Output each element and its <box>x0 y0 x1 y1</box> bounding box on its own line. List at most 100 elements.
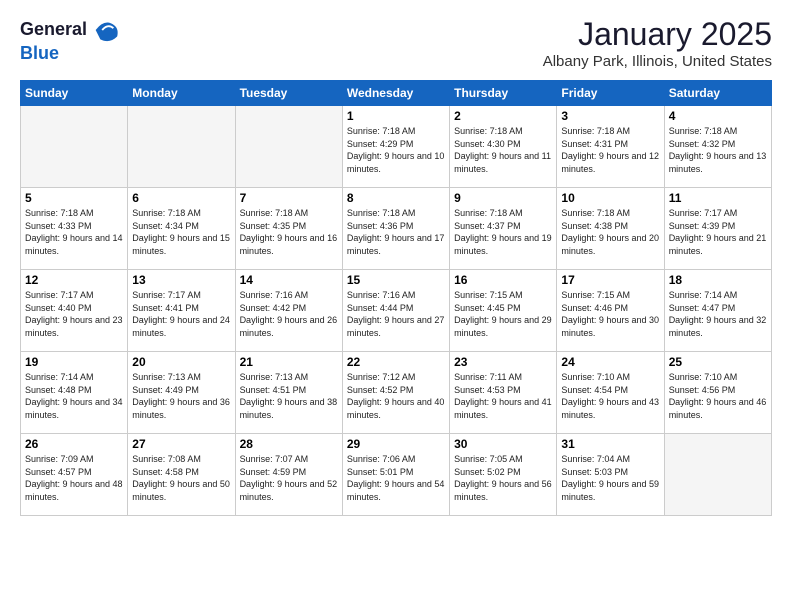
day-info: Sunrise: 7:07 AMSunset: 4:59 PMDaylight:… <box>240 453 338 503</box>
day-number: 15 <box>347 273 445 287</box>
day-number: 24 <box>561 355 659 369</box>
day-number: 29 <box>347 437 445 451</box>
calendar-cell: 1 Sunrise: 7:18 AMSunset: 4:29 PMDaylight… <box>342 106 449 188</box>
calendar-cell: 18Sunrise: 7:14 AMSunset: 4:47 PMDayligh… <box>664 270 771 352</box>
day-info: Sunrise: 7:17 AMSunset: 4:40 PMDaylight:… <box>25 289 123 339</box>
calendar-cell: 3Sunrise: 7:18 AMSunset: 4:31 PMDaylight… <box>557 106 664 188</box>
header-wednesday: Wednesday <box>342 81 449 106</box>
day-number: 16 <box>454 273 552 287</box>
day-number: 20 <box>132 355 230 369</box>
day-number: 11 <box>669 191 767 205</box>
day-info: Sunrise: 7:15 AMSunset: 4:46 PMDaylight:… <box>561 289 659 339</box>
calendar-cell: 31 Sunrise: 7:04 AMSunset: 5:03 PMDayligh… <box>557 434 664 516</box>
day-info: Sunrise: 7:10 AMSunset: 4:54 PMDaylight:… <box>561 371 659 421</box>
day-number: 1 <box>347 109 445 123</box>
calendar-cell: 11 Sunrise: 7:17 AMSunset: 4:39 PMDayligh… <box>664 188 771 270</box>
calendar-cell: 19 Sunrise: 7:14 AMSunset: 4:48 PMDayligh… <box>21 352 128 434</box>
calendar-cell: 4Sunrise: 7:18 AMSunset: 4:32 PMDaylight… <box>664 106 771 188</box>
header-friday: Friday <box>557 81 664 106</box>
day-info: Sunrise: 7:08 AMSunset: 4:58 PMDaylight:… <box>132 453 230 503</box>
day-number: 22 <box>347 355 445 369</box>
day-number: 2 <box>454 109 552 123</box>
calendar-cell: 23 Sunrise: 7:11 AMSunset: 4:53 PMDayligh… <box>450 352 557 434</box>
day-number: 4 <box>669 109 767 123</box>
day-info: Sunrise: 7:18 AMSunset: 4:36 PMDaylight:… <box>347 207 445 257</box>
calendar-table: Sunday Monday Tuesday Wednesday Thursday… <box>20 80 772 516</box>
day-info: Sunrise: 7:05 AMSunset: 5:02 PMDaylight:… <box>454 453 552 503</box>
day-number: 14 <box>240 273 338 287</box>
day-number: 28 <box>240 437 338 451</box>
day-info: Sunrise: 7:18 AMSunset: 4:29 PMDaylight:… <box>347 125 445 175</box>
day-number: 19 <box>25 355 123 369</box>
day-info: Sunrise: 7:04 AMSunset: 5:03 PMDaylight:… <box>561 453 659 503</box>
day-info: Sunrise: 7:13 AMSunset: 4:49 PMDaylight:… <box>132 371 230 421</box>
day-number: 7 <box>240 191 338 205</box>
calendar-cell: 13 Sunrise: 7:17 AMSunset: 4:41 PMDayligh… <box>128 270 235 352</box>
page: General Blue January 2025 Albany Park, I… <box>0 0 792 526</box>
day-info: Sunrise: 7:18 AMSunset: 4:33 PMDaylight:… <box>25 207 123 257</box>
calendar-cell <box>664 434 771 516</box>
logo-icon <box>91 16 119 44</box>
calendar-cell: 30 Sunrise: 7:05 AMSunset: 5:02 PMDayligh… <box>450 434 557 516</box>
calendar-cell: 16 Sunrise: 7:15 AMSunset: 4:45 PMDayligh… <box>450 270 557 352</box>
day-number: 9 <box>454 191 552 205</box>
logo: General Blue <box>20 16 119 64</box>
calendar-week-1: 5 Sunrise: 7:18 AMSunset: 4:33 PMDaylight… <box>21 188 772 270</box>
day-number: 12 <box>25 273 123 287</box>
day-info: Sunrise: 7:18 AMSunset: 4:37 PMDaylight:… <box>454 207 552 257</box>
day-info: Sunrise: 7:09 AMSunset: 4:57 PMDaylight:… <box>25 453 123 503</box>
header-thursday: Thursday <box>450 81 557 106</box>
calendar-week-2: 12 Sunrise: 7:17 AMSunset: 4:40 PMDayligh… <box>21 270 772 352</box>
day-info: Sunrise: 7:16 AMSunset: 4:42 PMDaylight:… <box>240 289 338 339</box>
calendar-cell: 22 Sunrise: 7:12 AMSunset: 4:52 PMDayligh… <box>342 352 449 434</box>
calendar-cell: 9 Sunrise: 7:18 AMSunset: 4:37 PMDaylight… <box>450 188 557 270</box>
calendar-cell <box>21 106 128 188</box>
day-info: Sunrise: 7:18 AMSunset: 4:35 PMDaylight:… <box>240 207 338 257</box>
day-number: 5 <box>25 191 123 205</box>
calendar-cell: 29 Sunrise: 7:06 AMSunset: 5:01 PMDayligh… <box>342 434 449 516</box>
day-number: 30 <box>454 437 552 451</box>
calendar-title: January 2025 <box>543 16 772 53</box>
calendar-cell: 26Sunrise: 7:09 AMSunset: 4:57 PMDayligh… <box>21 434 128 516</box>
day-number: 23 <box>454 355 552 369</box>
day-number: 31 <box>561 437 659 451</box>
calendar-week-4: 26Sunrise: 7:09 AMSunset: 4:57 PMDayligh… <box>21 434 772 516</box>
calendar-cell: 20 Sunrise: 7:13 AMSunset: 4:49 PMDayligh… <box>128 352 235 434</box>
calendar-week-3: 19 Sunrise: 7:14 AMSunset: 4:48 PMDayligh… <box>21 352 772 434</box>
header-tuesday: Tuesday <box>235 81 342 106</box>
calendar-week-0: 1 Sunrise: 7:18 AMSunset: 4:29 PMDaylight… <box>21 106 772 188</box>
day-info: Sunrise: 7:15 AMSunset: 4:45 PMDaylight:… <box>454 289 552 339</box>
logo-blue: Blue <box>20 44 119 64</box>
calendar-subtitle: Albany Park, Illinois, United States <box>543 53 772 70</box>
header-row: Sunday Monday Tuesday Wednesday Thursday… <box>21 81 772 106</box>
calendar-cell: 10 Sunrise: 7:18 AMSunset: 4:38 PMDayligh… <box>557 188 664 270</box>
day-info: Sunrise: 7:17 AMSunset: 4:39 PMDaylight:… <box>669 207 767 257</box>
calendar-cell: 8Sunrise: 7:18 AMSunset: 4:36 PMDaylight… <box>342 188 449 270</box>
calendar-cell: 5 Sunrise: 7:18 AMSunset: 4:33 PMDaylight… <box>21 188 128 270</box>
calendar-cell: 17 Sunrise: 7:15 AMSunset: 4:46 PMDayligh… <box>557 270 664 352</box>
day-info: Sunrise: 7:18 AMSunset: 4:34 PMDaylight:… <box>132 207 230 257</box>
day-number: 13 <box>132 273 230 287</box>
day-info: Sunrise: 7:14 AMSunset: 4:48 PMDaylight:… <box>25 371 123 421</box>
day-info: Sunrise: 7:12 AMSunset: 4:52 PMDaylight:… <box>347 371 445 421</box>
calendar-cell: 14 Sunrise: 7:16 AMSunset: 4:42 PMDayligh… <box>235 270 342 352</box>
day-info: Sunrise: 7:18 AMSunset: 4:38 PMDaylight:… <box>561 207 659 257</box>
day-number: 21 <box>240 355 338 369</box>
day-info: Sunrise: 7:13 AMSunset: 4:51 PMDaylight:… <box>240 371 338 421</box>
calendar-cell: 2Sunrise: 7:18 AMSunset: 4:30 PMDaylight… <box>450 106 557 188</box>
day-number: 3 <box>561 109 659 123</box>
day-info: Sunrise: 7:06 AMSunset: 5:01 PMDaylight:… <box>347 453 445 503</box>
calendar-cell: 7 Sunrise: 7:18 AMSunset: 4:35 PMDaylight… <box>235 188 342 270</box>
day-info: Sunrise: 7:11 AMSunset: 4:53 PMDaylight:… <box>454 371 552 421</box>
calendar-cell: 12 Sunrise: 7:17 AMSunset: 4:40 PMDayligh… <box>21 270 128 352</box>
calendar-cell: 25Sunrise: 7:10 AMSunset: 4:56 PMDayligh… <box>664 352 771 434</box>
calendar-cell: 15Sunrise: 7:16 AMSunset: 4:44 PMDayligh… <box>342 270 449 352</box>
header-monday: Monday <box>128 81 235 106</box>
day-number: 10 <box>561 191 659 205</box>
day-number: 17 <box>561 273 659 287</box>
day-info: Sunrise: 7:17 AMSunset: 4:41 PMDaylight:… <box>132 289 230 339</box>
calendar-cell: 21 Sunrise: 7:13 AMSunset: 4:51 PMDayligh… <box>235 352 342 434</box>
calendar-cell: 28 Sunrise: 7:07 AMSunset: 4:59 PMDayligh… <box>235 434 342 516</box>
title-area: January 2025 Albany Park, Illinois, Unit… <box>543 16 772 70</box>
day-number: 6 <box>132 191 230 205</box>
